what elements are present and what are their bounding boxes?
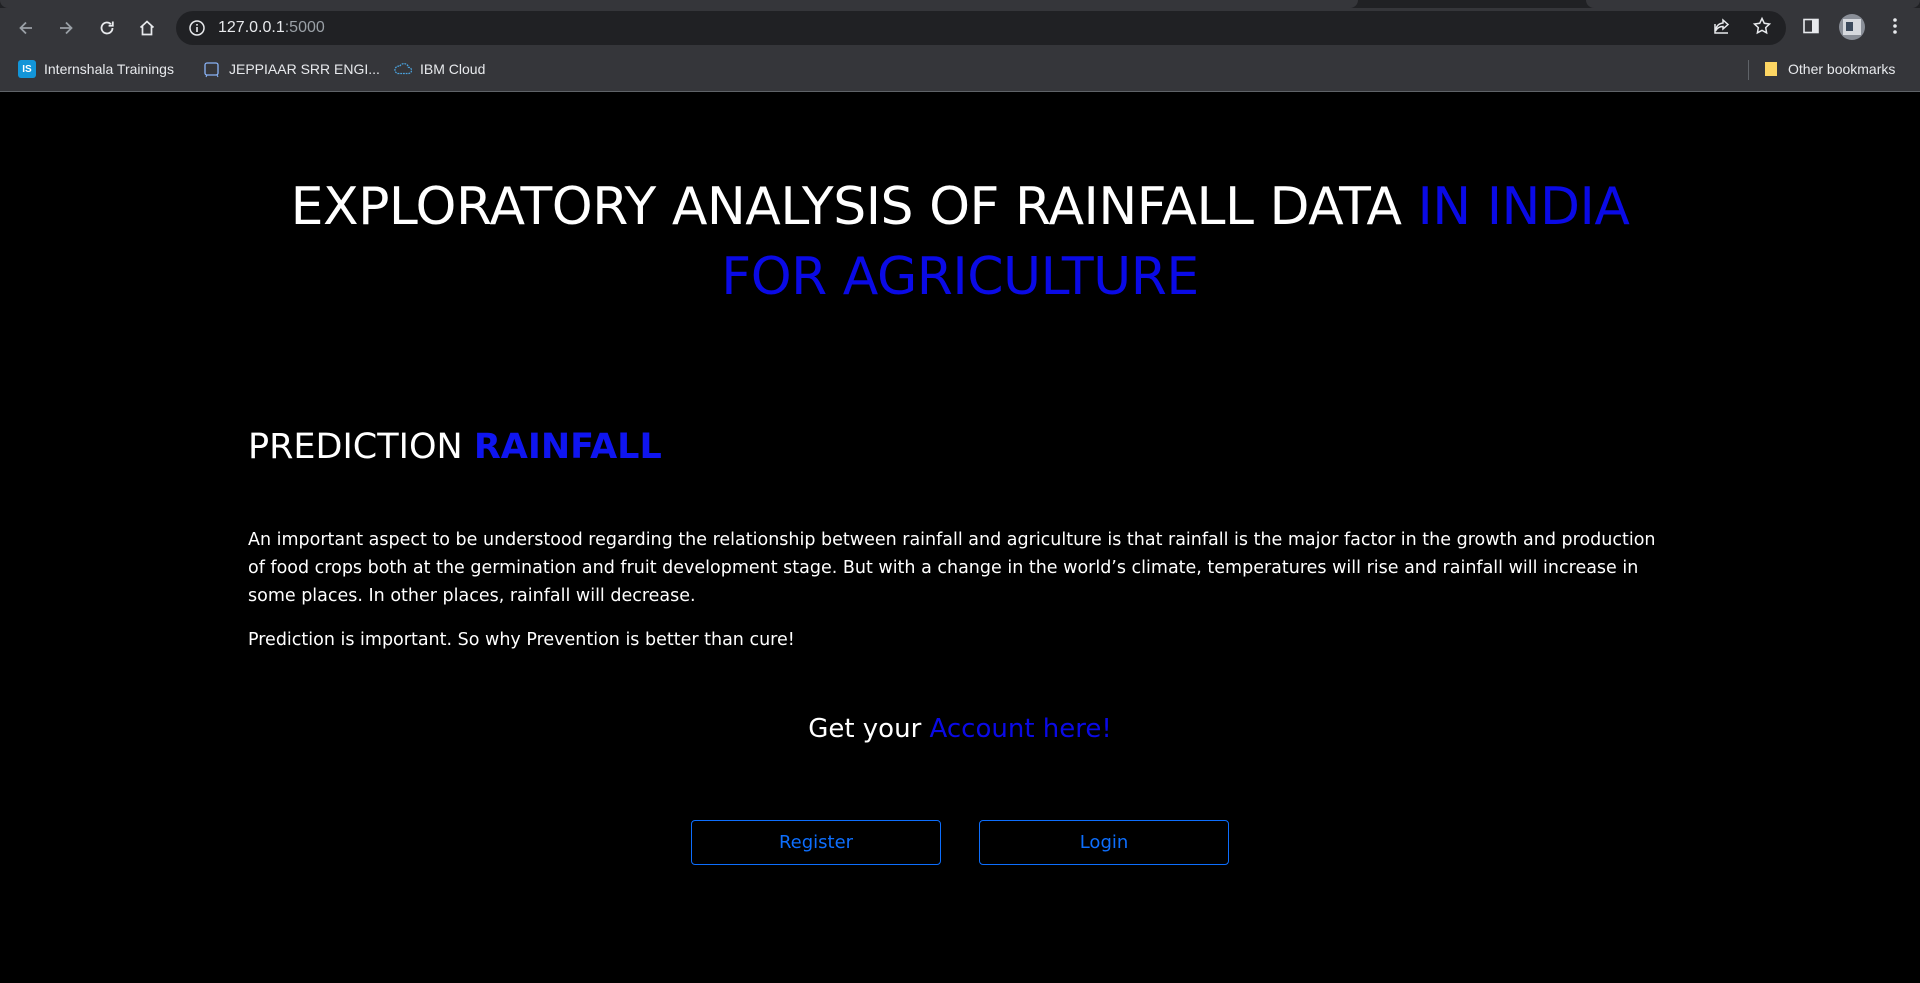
page-title: EXPLORATORY ANALYSIS OF RAINFALL DATA IN… xyxy=(240,172,1680,312)
account-cta: Get your Account here! xyxy=(0,714,1920,744)
cta-prefix: Get your xyxy=(808,714,922,744)
side-panel-icon[interactable] xyxy=(1801,16,1821,36)
address-bar[interactable]: 127.0.0.1:5000 xyxy=(176,11,1786,45)
url-port: :5000 xyxy=(284,19,325,36)
section-heading-accent: RAINFALL xyxy=(473,427,662,467)
menu-kebab-icon[interactable] xyxy=(1885,16,1905,36)
folder-icon xyxy=(1762,60,1780,78)
bookmark-ibm-cloud[interactable]: IBM Cloud xyxy=(394,52,485,86)
other-bookmarks[interactable]: Other bookmarks xyxy=(1762,52,1895,86)
url-host: 127.0.0.1 xyxy=(218,19,285,36)
bookmarks-bar: IS Internshala Trainings JEPPIAAR SRR EN… xyxy=(0,52,1920,86)
home-button[interactable] xyxy=(131,12,163,44)
bookmark-label: Internshala Trainings xyxy=(44,61,174,77)
prediction-note: Prediction is important. So why Preventi… xyxy=(248,630,795,650)
title-blue-part-1: IN INDIA xyxy=(1417,177,1630,237)
bookmark-internshala[interactable]: IS Internshala Trainings xyxy=(18,52,174,86)
tab[interactable] xyxy=(1586,0,1920,8)
internshala-icon: IS xyxy=(18,60,36,78)
bookmark-label: IBM Cloud xyxy=(420,61,486,77)
section-heading: PREDICTION RAINFALL xyxy=(248,427,662,467)
title-blue-part-2: FOR AGRICULTURE xyxy=(721,247,1199,307)
forward-button[interactable] xyxy=(50,12,82,44)
tab-strip xyxy=(0,0,1920,8)
bookmark-label: JEPPIAAR SRR ENGI... xyxy=(229,61,380,77)
reload-icon xyxy=(100,21,114,35)
page-content: EXPLORATORY ANALYSIS OF RAINFALL DATA IN… xyxy=(0,92,1920,983)
bookmark-star-icon[interactable] xyxy=(1752,16,1772,36)
browser-toolbar: 127.0.0.1:5000 xyxy=(0,8,1920,48)
home-icon xyxy=(139,20,155,36)
site-info-icon[interactable] xyxy=(188,19,206,37)
account-link[interactable]: Account here! xyxy=(930,714,1112,744)
back-button[interactable] xyxy=(10,12,42,44)
bookmark-jeppiaar[interactable]: JEPPIAAR SRR ENGI... xyxy=(203,52,380,86)
page-icon xyxy=(203,60,221,78)
share-icon[interactable] xyxy=(1712,16,1732,36)
forward-arrow-icon xyxy=(60,21,73,35)
back-arrow-icon xyxy=(19,21,32,35)
login-button[interactable]: Login xyxy=(979,820,1229,865)
bookmarks-divider xyxy=(1748,60,1749,80)
description-paragraph: An important aspect to be understood reg… xyxy=(248,530,1656,606)
title-white-part: EXPLORATORY ANALYSIS OF RAINFALL DATA xyxy=(290,177,1402,237)
url-text: 127.0.0.1:5000 xyxy=(218,11,325,45)
browser-chrome: 127.0.0.1:5000 IS Internshala Trainings … xyxy=(0,0,1920,92)
other-bookmarks-label: Other bookmarks xyxy=(1788,61,1896,77)
register-button[interactable]: Register xyxy=(691,820,941,865)
reload-button[interactable] xyxy=(91,12,123,44)
ibm-cloud-icon xyxy=(394,60,412,78)
section-heading-prefix: PREDICTION xyxy=(248,427,463,467)
active-tab[interactable] xyxy=(0,0,1358,8)
profile-avatar[interactable] xyxy=(1839,14,1865,40)
